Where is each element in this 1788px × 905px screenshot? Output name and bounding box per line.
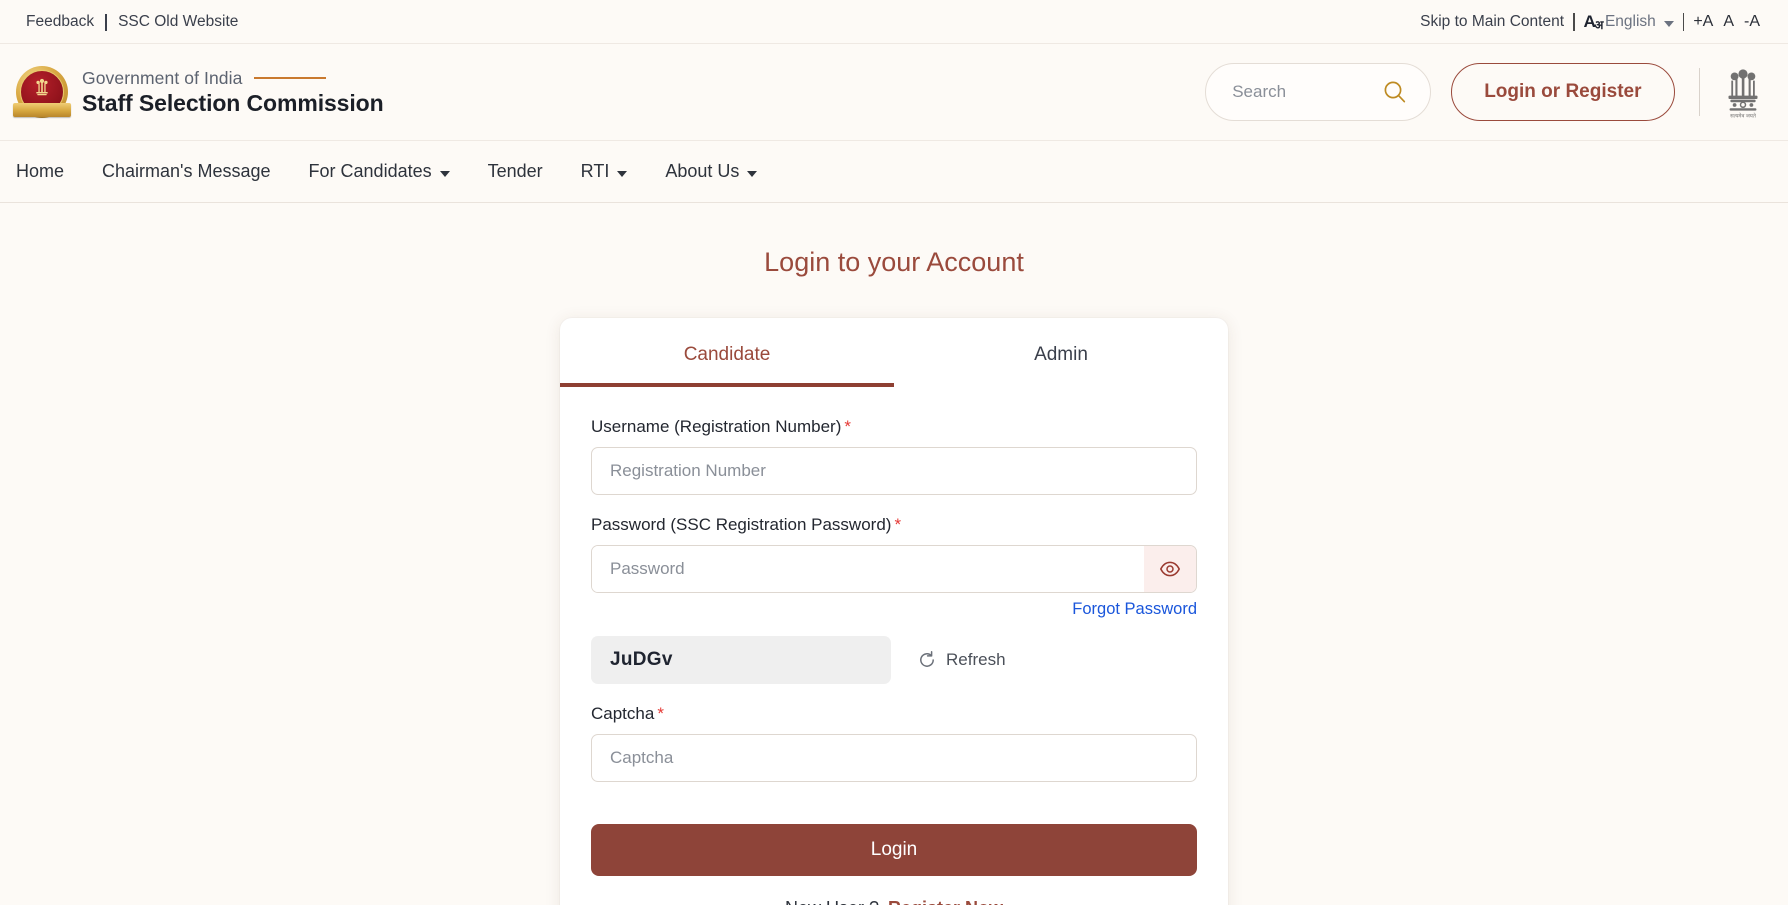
captcha-display-row: JuDGv Refresh [591, 636, 1197, 684]
brand-block[interactable]: Government of India Staff Selection Comm… [13, 66, 384, 118]
main-content: Login to your Account Candidate Admin Us… [0, 203, 1788, 905]
username-label-text: Username (Registration Number) [591, 417, 842, 436]
nav-item-rti[interactable]: RTI [562, 161, 647, 182]
nav-item-for-candidates-label: For Candidates [308, 161, 432, 181]
brand-rule-divider [254, 77, 327, 79]
organization-name: Staff Selection Commission [82, 89, 384, 116]
ssc-logo-icon [13, 66, 71, 118]
language-glyph-icon: Aअ [1584, 12, 1604, 32]
nav-item-chairmans-message-label: Chairman's Message [102, 161, 271, 181]
search-box[interactable] [1205, 63, 1432, 121]
register-now-link[interactable]: Register Now [888, 898, 1003, 905]
tab-admin[interactable]: Admin [894, 318, 1228, 387]
password-label: Password (SSC Registration Password) * [591, 515, 1197, 535]
nav-item-chairmans-message[interactable]: Chairman's Message [83, 161, 290, 182]
login-form: Username (Registration Number)* Password… [560, 387, 1228, 905]
tab-candidate[interactable]: Candidate [560, 318, 894, 387]
nav-item-for-candidates[interactable]: For Candidates [290, 161, 469, 182]
utility-separator [105, 14, 108, 31]
utility-right-controls: Skip to Main Content Aअ English +A A -A [1420, 12, 1760, 32]
password-required-marker: * [894, 515, 902, 534]
national-emblem-icon: सत्यमेव जयते [1728, 69, 1758, 119]
username-label: Username (Registration Number) * [591, 417, 1197, 437]
nav-item-tender[interactable]: Tender [469, 161, 562, 182]
search-icon[interactable] [1382, 79, 1408, 105]
login-card: Candidate Admin Username (Registration N… [560, 318, 1228, 905]
refresh-captcha-button[interactable]: Refresh [917, 650, 1006, 670]
language-selector[interactable]: Aअ English [1584, 12, 1674, 32]
decrease-font-button[interactable]: -A [1744, 13, 1760, 31]
login-tabs: Candidate Admin [560, 318, 1228, 387]
nav-item-home-label: Home [16, 161, 65, 181]
captcha-required-marker: * [657, 704, 664, 723]
nav-item-rti-label: RTI [580, 161, 610, 181]
nav-item-about-us-label: About Us [665, 161, 740, 181]
search-input[interactable] [1232, 82, 1373, 102]
refresh-captcha-label: Refresh [946, 650, 1006, 669]
captcha-label-text: Captcha [591, 704, 655, 723]
new-user-row: New User ? Register Now [591, 898, 1197, 905]
main-navigation: Home Chairman's Message For Candidates T… [0, 141, 1788, 203]
brand-text: Government of India Staff Selection Comm… [82, 68, 384, 117]
username-input[interactable] [591, 447, 1197, 495]
header-vertical-divider [1698, 68, 1700, 116]
eye-icon [1159, 561, 1181, 577]
forgot-password-link[interactable]: Forgot Password [1072, 600, 1197, 619]
chevron-down-icon [439, 170, 450, 177]
password-input-wrapper [591, 545, 1197, 593]
refresh-icon [920, 651, 934, 667]
utility-divider-2 [1682, 12, 1685, 31]
ssc-old-website-link[interactable]: SSC Old Website [118, 13, 238, 31]
language-label: English [1604, 12, 1656, 30]
password-label-text: Password (SSC Registration Password) [591, 515, 892, 534]
site-header: Government of India Staff Selection Comm… [0, 44, 1788, 141]
svg-text:सत्यमेव जयते: सत्यमेव जयते [1730, 112, 1757, 119]
page-title: Login to your Account [764, 247, 1024, 277]
nav-item-tender-label: Tender [487, 161, 543, 181]
password-input[interactable] [592, 546, 1144, 592]
normal-font-button[interactable]: A [1723, 13, 1734, 31]
forgot-password-row: Forgot Password [591, 600, 1197, 619]
username-field-block: Username (Registration Number) * [591, 417, 1197, 495]
utility-bar: Feedback SSC Old Website Skip to Main Co… [0, 0, 1788, 44]
language-glyph-devanagari: अ [1594, 17, 1603, 32]
utility-divider-1 [1573, 12, 1575, 31]
password-field-block: Password (SSC Registration Password) * Fo… [591, 515, 1197, 619]
government-of-india-label: Government of India [82, 67, 243, 88]
skip-to-main-content-link[interactable]: Skip to Main Content [1420, 13, 1564, 31]
login-or-register-button[interactable]: Login or Register [1451, 63, 1675, 121]
captcha-code-display: JuDGv [591, 636, 891, 684]
nav-item-home[interactable]: Home [16, 161, 83, 182]
chevron-down-icon [1663, 20, 1674, 27]
captcha-label: Captcha * [591, 704, 1197, 724]
username-required-marker: * [844, 417, 851, 436]
toggle-password-visibility-button[interactable] [1144, 546, 1196, 592]
font-size-controls: +A A -A [1693, 13, 1760, 31]
captcha-field-block: Captcha * [591, 704, 1197, 782]
nav-item-about-us[interactable]: About Us [646, 161, 776, 182]
increase-font-button[interactable]: +A [1693, 13, 1713, 31]
chevron-down-icon [747, 170, 758, 177]
login-button[interactable]: Login [591, 824, 1197, 876]
feedback-link[interactable]: Feedback [26, 13, 94, 31]
ssc-logo-emblem-icon [36, 78, 48, 96]
utility-left-links: Feedback SSC Old Website [26, 13, 238, 31]
header-right-controls: Login or Register सत्यमेव जयते [1205, 63, 1764, 121]
brand-top-row: Government of India [82, 68, 384, 89]
chevron-down-icon [617, 170, 628, 177]
captcha-input[interactable] [591, 734, 1197, 782]
new-user-label: New User ? [785, 898, 879, 905]
